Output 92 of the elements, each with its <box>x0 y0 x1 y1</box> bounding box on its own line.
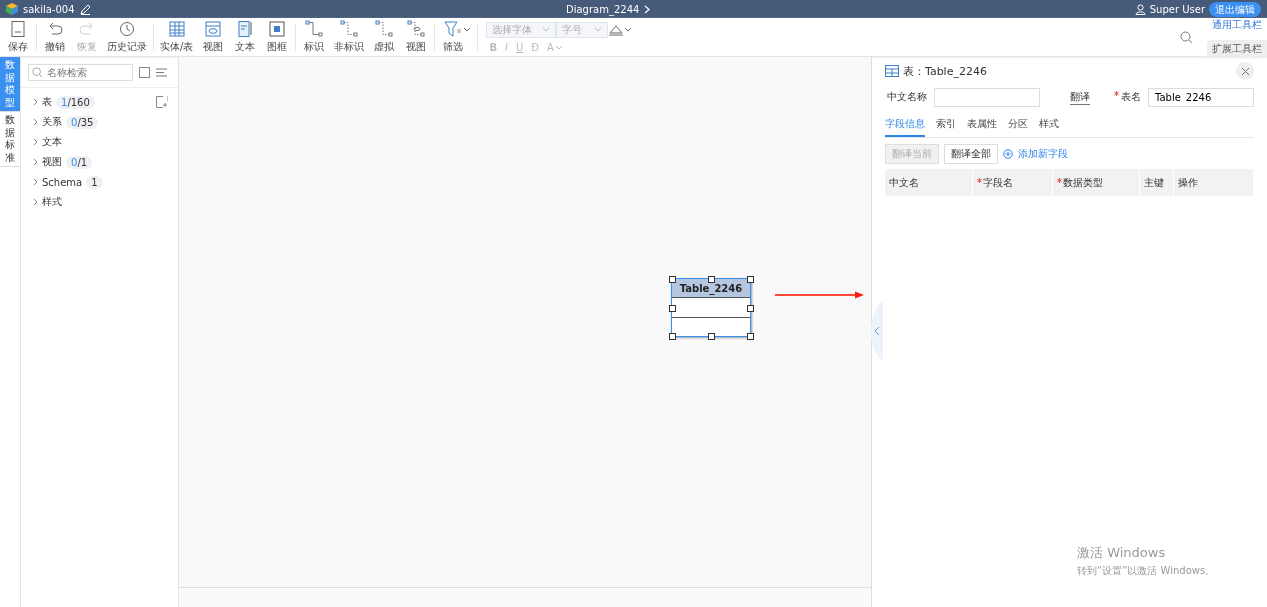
tree-item[interactable]: 文本 <box>42 135 62 149</box>
toolbar-button[interactable]: 虚拟 <box>368 20 401 54</box>
column-header: 主键 <box>1144 175 1165 190</box>
toolbar-button[interactable]: 视图 <box>197 20 230 54</box>
tree-item[interactable]: 关系 <box>42 115 62 129</box>
cube-icon <box>6 3 18 15</box>
toolbar-button[interactable]: 文本 <box>229 20 262 54</box>
chevron-right-icon[interactable] <box>33 98 38 106</box>
frame-icon <box>267 20 288 38</box>
translate-button[interactable]: 翻译全部 <box>944 144 998 164</box>
add-field-link[interactable]: 添加新字段 <box>1018 147 1068 161</box>
chevron-right-icon[interactable] <box>33 198 38 206</box>
resize-handle[interactable] <box>669 276 676 283</box>
chinese-name-field[interactable] <box>934 87 1040 107</box>
tree-item[interactable]: 样式 <box>42 195 62 209</box>
toolbar-tab[interactable]: 扩展工具栏 <box>1207 40 1267 58</box>
chevron-right-icon[interactable] <box>33 138 38 146</box>
activation-text: 转到“设置”以激活 Windows。 <box>1077 564 1216 578</box>
caret-down-icon <box>542 27 551 32</box>
search-field[interactable]: 名称检索 <box>28 64 133 81</box>
resize-handle[interactable] <box>708 333 715 340</box>
toolbar-button[interactable]: 非标识 <box>330 20 369 54</box>
resize-handle[interactable] <box>747 304 754 312</box>
field-label: 表名 <box>1121 90 1141 104</box>
count-badge: 1/160 <box>56 95 95 109</box>
toolbar-button[interactable]: 撤销 <box>39 20 71 54</box>
connector-icon <box>304 20 325 38</box>
user-icon <box>1134 3 1146 15</box>
collapse-handle[interactable] <box>871 300 883 362</box>
mode-tab[interactable]: 数据标准 <box>0 112 20 167</box>
panel-tab[interactable]: 字段信息 <box>885 114 925 137</box>
count-badge: 1 <box>86 175 103 189</box>
resize-handle[interactable] <box>669 304 676 312</box>
column-header: 中文名 <box>889 175 919 190</box>
caret-down-icon[interactable] <box>463 27 472 33</box>
toolbar-button[interactable]: 视图 <box>400 20 433 54</box>
field-label: 中文名称 <box>886 90 927 104</box>
panel-tab[interactable]: 分区 <box>1008 114 1028 137</box>
checkbox[interactable] <box>139 67 150 78</box>
add-icon[interactable] <box>156 96 168 108</box>
caret-down-icon <box>594 27 603 32</box>
entity-table[interactable]: Table_2246 <box>671 278 751 337</box>
panel-tab[interactable]: 样式 <box>1039 114 1059 137</box>
caret-down-icon <box>554 44 563 50</box>
close-button[interactable] <box>1236 62 1254 80</box>
count-badge: 0/1 <box>66 155 93 169</box>
tree-item[interactable]: 视图 <box>42 155 62 169</box>
save-icon <box>8 20 28 38</box>
activation-title: 激活 Windows <box>1077 544 1167 562</box>
toolbar-button[interactable]: 标识 <box>298 20 331 54</box>
column-header: 操作 <box>1178 175 1199 190</box>
toolbar-button[interactable]: 保存 <box>2 20 34 54</box>
resize-handle[interactable] <box>747 333 754 340</box>
tree-item[interactable]: 表 <box>42 95 52 109</box>
chevron-right-icon[interactable] <box>33 158 38 166</box>
toolbar-tab[interactable]: 通用工具栏 <box>1207 16 1267 34</box>
table-icon <box>166 20 187 38</box>
table-name-field[interactable]: Table_2246 <box>1148 87 1254 107</box>
toolbar-button[interactable]: 历史记录 <box>103 20 151 54</box>
toolbar-button[interactable]: 筛选 <box>437 20 470 54</box>
resize-handle[interactable] <box>708 276 715 283</box>
close-icon <box>1240 66 1250 76</box>
translate-link[interactable]: 翻译 <box>1070 89 1090 105</box>
toolbar-button[interactable]: 实体/表 <box>156 20 198 54</box>
resize-handle[interactable] <box>669 333 676 340</box>
user-name[interactable]: Super User <box>1149 3 1205 15</box>
sort-icon[interactable] <box>156 68 167 77</box>
panel-tab[interactable]: 表属性 <box>967 114 997 137</box>
panel-title: 表：Table_2246 <box>903 63 987 79</box>
tree-item[interactable]: Schema <box>42 176 83 188</box>
search-icon <box>32 67 43 78</box>
count-badge: 0/35 <box>66 115 99 129</box>
project-name: sakila-004 <box>23 3 75 15</box>
add-circle-icon[interactable] <box>1003 149 1013 159</box>
table-icon <box>885 65 899 77</box>
resize-handle[interactable] <box>747 276 754 283</box>
column-header: 数据类型 <box>1062 175 1103 190</box>
column-header: 字段名 <box>982 175 1013 190</box>
search-icon[interactable] <box>1180 30 1193 44</box>
chevron-right-icon[interactable] <box>33 118 38 126</box>
diagram-title[interactable]: Diagram_2244 <box>566 3 640 15</box>
pencil-icon[interactable] <box>79 3 91 15</box>
toolbar-button[interactable]: 图框 <box>261 20 294 54</box>
connector-icon <box>406 20 427 38</box>
connector-icon <box>374 20 395 38</box>
connector-icon <box>339 20 360 38</box>
filter-icon <box>443 20 464 38</box>
chevron-right-icon[interactable] <box>33 178 38 186</box>
history-icon <box>117 20 137 38</box>
panel-tab[interactable]: 索引 <box>936 114 956 137</box>
entity-name: Table_2246 <box>672 279 750 298</box>
eye-icon <box>203 20 224 38</box>
